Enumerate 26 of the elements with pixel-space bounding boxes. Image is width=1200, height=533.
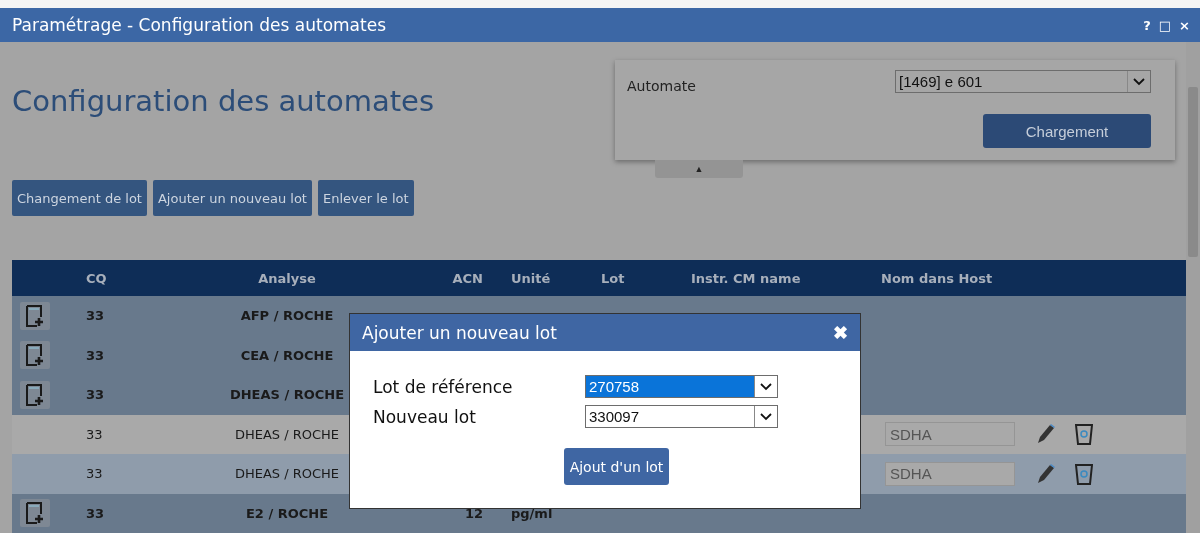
field-label: Lot de référence	[373, 376, 514, 397]
table-cell: 12	[464, 505, 483, 521]
table-cell: 33	[86, 347, 105, 363]
table-cell: DHEAS / ROCHE	[234, 466, 340, 482]
table-cell: 33	[86, 505, 105, 521]
table-cell: DHEAS / ROCHE	[234, 426, 340, 442]
column-header: Analyse	[258, 270, 316, 286]
field-label: Automate	[627, 78, 696, 94]
column-header: Instr. CM name	[691, 270, 801, 286]
table-cell: CEA / ROCHE	[240, 347, 334, 363]
column-header: CQ	[86, 270, 107, 286]
table-cell: 33	[86, 387, 105, 403]
table-cell: 33	[86, 308, 105, 324]
table-cell: pg/ml	[511, 505, 553, 521]
column-header: Lot	[601, 270, 625, 286]
column-header: Nom dans Host	[881, 270, 993, 286]
column-header: ACN	[452, 270, 483, 286]
page-heading: Configuration des automates	[12, 84, 435, 120]
table-cell: DHEAS / ROCHE	[229, 387, 345, 403]
column-header: Unité	[511, 270, 551, 286]
table-cell: 33	[86, 466, 103, 482]
table-cell: AFP / ROCHE	[240, 308, 334, 324]
window-title: Paramétrage - Configuration des automates	[12, 15, 387, 35]
dialog-title: Ajouter un nouveau lot	[362, 322, 557, 343]
table-cell: 33	[86, 426, 103, 442]
table-cell: E2 / ROCHE	[245, 505, 329, 521]
